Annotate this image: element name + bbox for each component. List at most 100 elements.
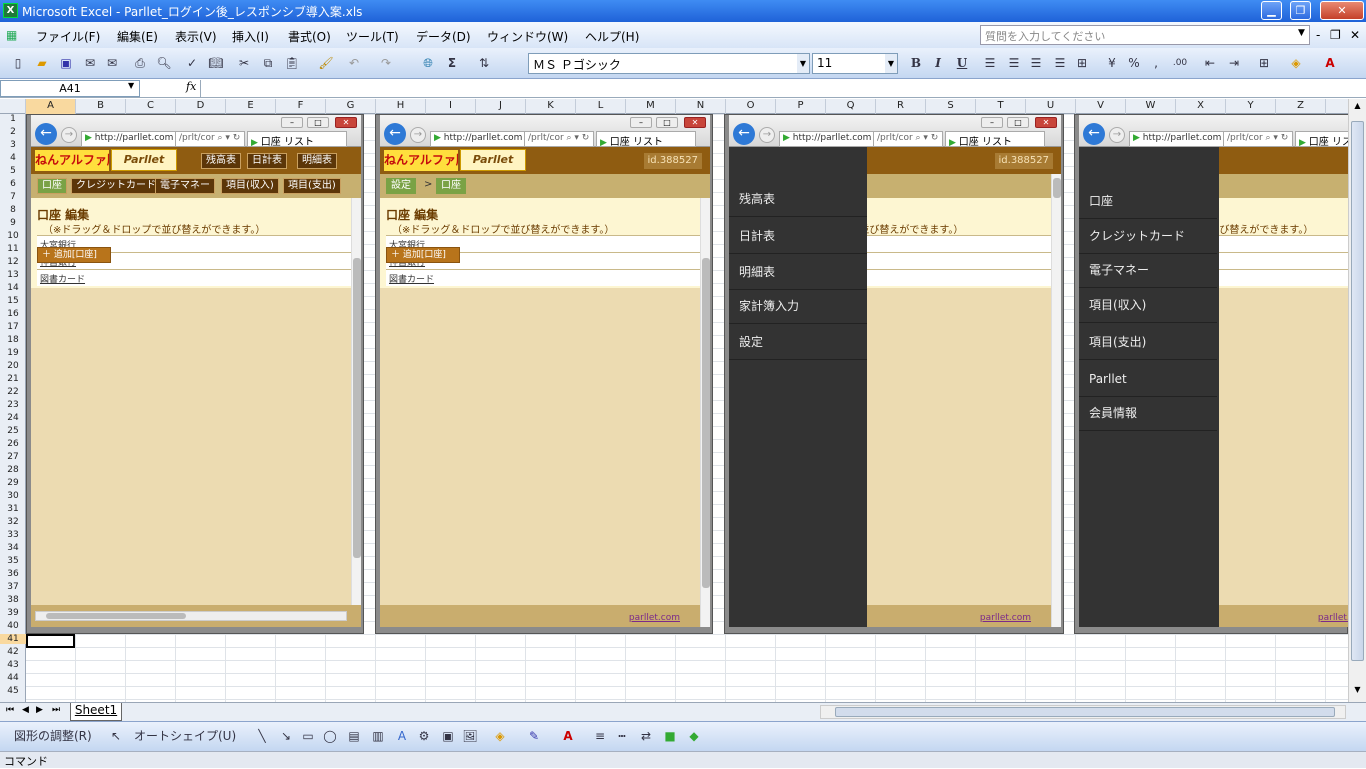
line-style-icon[interactable]: ≡: [592, 728, 608, 744]
ask-question-input[interactable]: 質問を入力してください: [980, 25, 1310, 45]
comma-icon[interactable]: ,: [1148, 55, 1164, 71]
autosum-icon[interactable]: Σ: [444, 55, 460, 71]
url-field[interactable]: ▶ http://parllet.com: [81, 131, 177, 147]
scroll-thumb[interactable]: [835, 707, 1335, 717]
row-header[interactable]: 17: [0, 322, 26, 332]
forward-icon[interactable]: →: [759, 127, 775, 143]
row-header[interactable]: 25: [0, 426, 26, 436]
minimize-icon[interactable]: –: [281, 117, 303, 128]
open-icon[interactable]: ▰: [34, 55, 50, 71]
alpha-logo[interactable]: ねんアルファ版: [384, 150, 458, 171]
mockup-screenshot-2[interactable]: – □ ✕ ← → ▶ http://parllet.com /prlt/cor…: [375, 114, 713, 634]
sort-ascending-icon[interactable]: ⇅: [476, 55, 492, 71]
column-header[interactable]: B: [76, 99, 126, 114]
menu-window[interactable]: ウィンドウ(W): [487, 28, 568, 45]
row-header[interactable]: 15: [0, 296, 26, 306]
footer-link[interactable]: parllet.com: [1318, 613, 1349, 623]
minimize-icon[interactable]: –: [630, 117, 652, 128]
close-button[interactable]: ✕: [1320, 1, 1364, 20]
research-icon[interactable]: 📖︎: [208, 55, 224, 71]
row-header[interactable]: 22: [0, 387, 26, 397]
font-color-icon[interactable]: A: [1322, 55, 1338, 71]
row-header[interactable]: 36: [0, 569, 26, 579]
account-row[interactable]: 図書カード: [37, 269, 351, 286]
undo-icon[interactable]: ↶: [346, 55, 362, 71]
fill-color-icon[interactable]: ◈: [1288, 55, 1304, 71]
row-header[interactable]: 2: [0, 127, 26, 137]
row-header[interactable]: 38: [0, 595, 26, 605]
row-header[interactable]: 4: [0, 153, 26, 163]
textbox-icon[interactable]: ▤: [346, 728, 362, 744]
row-header[interactable]: 44: [0, 673, 26, 683]
column-header[interactable]: S: [926, 99, 976, 114]
menu-data[interactable]: データ(D): [416, 28, 471, 45]
url-path[interactable]: /prlt/cor ⌕ ▾ ↻: [524, 131, 594, 147]
doc-restore-icon[interactable]: ❐: [1330, 28, 1341, 42]
back-icon[interactable]: ←: [1083, 123, 1105, 145]
row-header[interactable]: 6: [0, 179, 26, 189]
paste-icon[interactable]: 📋︎: [284, 55, 300, 71]
increase-indent-icon[interactable]: ⇥: [1226, 55, 1242, 71]
row-header[interactable]: 8: [0, 205, 26, 215]
breadcrumb-settings[interactable]: 設定: [386, 178, 416, 194]
column-header[interactable]: O: [726, 99, 776, 114]
drawer-item-parllet[interactable]: Parllet: [1079, 362, 1217, 397]
drawer-item-member[interactable]: 会員情報: [1079, 396, 1217, 431]
column-header[interactable]: A: [26, 99, 76, 114]
format-painter-icon[interactable]: 🖌︎: [318, 55, 334, 71]
nav-balance[interactable]: 残高表: [201, 153, 241, 169]
menu-format[interactable]: 書式(O): [288, 28, 331, 45]
print-icon[interactable]: ⎙: [132, 55, 148, 71]
clipart-icon[interactable]: ▣: [440, 728, 456, 744]
merge-center-icon[interactable]: ⊞: [1074, 55, 1090, 71]
row-header[interactable]: 5: [0, 166, 26, 176]
drawer-item-balance[interactable]: 残高表: [729, 182, 867, 217]
drawer-item-income[interactable]: 項目(収入): [1079, 288, 1217, 323]
row-header[interactable]: 12: [0, 257, 26, 267]
increase-decimal-icon[interactable]: .00: [1172, 55, 1188, 71]
last-sheet-icon[interactable]: ⏭: [52, 705, 60, 715]
row-header[interactable]: 34: [0, 543, 26, 553]
row-header[interactable]: 30: [0, 491, 26, 501]
browser-tab[interactable]: ▶ 口座 リスト: [945, 131, 1045, 147]
justify-icon[interactable]: ☰: [1052, 55, 1068, 71]
rectangle-icon[interactable]: ▭: [300, 728, 316, 744]
column-header[interactable]: R: [876, 99, 926, 114]
close-icon[interactable]: ✕: [1035, 117, 1057, 128]
row-header[interactable]: 11: [0, 244, 26, 254]
row-header[interactable]: 31: [0, 504, 26, 514]
row-header[interactable]: 35: [0, 556, 26, 566]
row-header[interactable]: 26: [0, 439, 26, 449]
menu-tools[interactable]: ツール(T): [346, 28, 399, 45]
menu-insert[interactable]: 挿入(I): [232, 28, 269, 45]
close-icon[interactable]: ✕: [684, 117, 706, 128]
mockup-screenshot-4[interactable]: ← → ▶ http://parllet.com /prlt/cor ⌕ ▾ ↻…: [1074, 114, 1349, 634]
wordart-icon[interactable]: A: [394, 728, 410, 744]
drawer-item-daily[interactable]: 日計表: [729, 219, 867, 254]
doc-minimize-icon[interactable]: -: [1316, 28, 1320, 42]
column-header[interactable]: G: [326, 99, 376, 114]
dash-style-icon[interactable]: ┅: [614, 728, 630, 744]
back-icon[interactable]: ←: [733, 123, 755, 145]
column-header[interactable]: V: [1076, 99, 1126, 114]
chevron-down-icon[interactable]: ▼: [797, 54, 809, 73]
mockup-screenshot-1[interactable]: – □ ✕ ← → ▶ http://parllet.com /prlt/cor…: [26, 114, 364, 634]
prev-sheet-icon[interactable]: ◀: [22, 705, 29, 715]
row-header[interactable]: 7: [0, 192, 26, 202]
shadow-icon[interactable]: ■: [662, 728, 678, 744]
subnav-account[interactable]: 口座: [37, 178, 67, 194]
column-header[interactable]: X: [1176, 99, 1226, 114]
permission-icon[interactable]: ✉: [82, 55, 98, 71]
drawer-item-account[interactable]: 口座: [1079, 184, 1217, 219]
column-header[interactable]: J: [476, 99, 526, 114]
chevron-down-icon[interactable]: ▼: [885, 54, 897, 73]
row-header[interactable]: 14: [0, 283, 26, 293]
column-header[interactable]: W: [1126, 99, 1176, 114]
row-header[interactable]: 10: [0, 231, 26, 241]
maximize-button[interactable]: ❐: [1290, 1, 1311, 20]
forward-icon[interactable]: →: [1109, 127, 1125, 143]
page-scrollbar[interactable]: [1051, 174, 1061, 627]
name-box[interactable]: A41: [0, 80, 140, 97]
url-path[interactable]: /prlt/cor ⌕ ▾ ↻: [175, 131, 245, 147]
column-header[interactable]: I: [426, 99, 476, 114]
